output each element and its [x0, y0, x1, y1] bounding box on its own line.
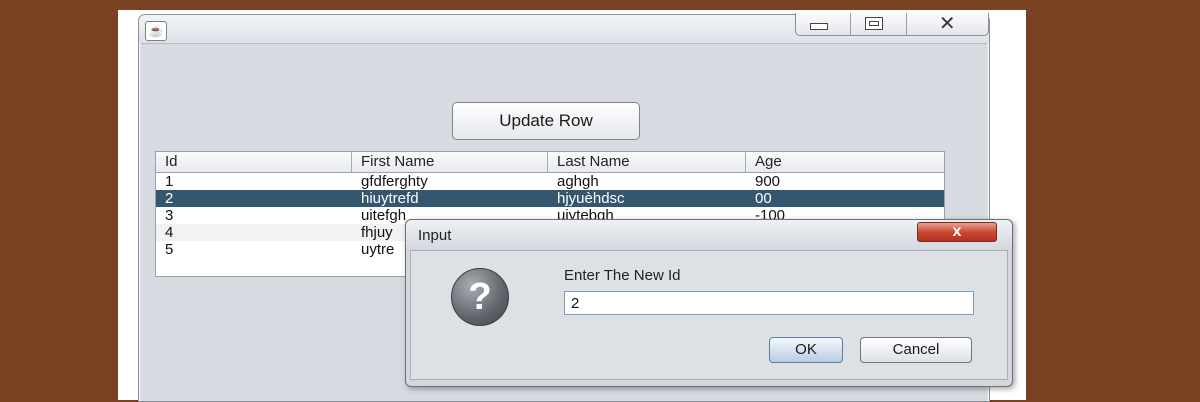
window-controls: ✕ [795, 13, 989, 36]
dialog-body: ? Enter The New Id OK Cancel [410, 250, 1008, 380]
minimize-button[interactable] [796, 13, 852, 35]
close-button[interactable]: ✕ [907, 13, 988, 35]
close-icon: ✕ [938, 13, 956, 35]
question-glyph: ? [468, 276, 492, 318]
column-header-first-name[interactable]: First Name [352, 152, 548, 172]
cell-age: 900 [755, 173, 781, 190]
prompt-label: Enter The New Id [564, 267, 681, 284]
dialog-title: Input [418, 227, 452, 244]
java-cup-icon[interactable]: ☕ [145, 21, 167, 41]
close-icon: x [952, 223, 962, 240]
cell-id: 1 [165, 173, 174, 190]
update-row-button[interactable]: Update Row [452, 102, 640, 140]
input-dialog: Input x ? Enter The New Id OK Cancel [405, 219, 1013, 387]
dialog-title-bar[interactable]: Input x [406, 220, 1012, 250]
column-header-id[interactable]: Id [156, 152, 352, 172]
table-row[interactable]: 1 gfdferghty aghgh 900 [156, 173, 944, 190]
ok-button[interactable]: OK [769, 337, 843, 363]
dialog-close-button[interactable]: x [917, 222, 997, 242]
cell-last-name: hjyuèhdsc [557, 190, 625, 207]
maximize-icon [865, 17, 884, 30]
new-id-input[interactable] [564, 291, 974, 315]
column-header-last-name[interactable]: Last Name [548, 152, 746, 172]
cancel-button[interactable]: Cancel [860, 337, 972, 363]
cell-id: 3 [165, 207, 174, 224]
table-header: Id First Name Last Name Age [156, 152, 944, 173]
title-bar[interactable]: ☕ ✕ [139, 13, 989, 43]
cell-first-name: hiuytrefd [361, 190, 419, 207]
cell-id: 2 [165, 190, 174, 207]
cell-id: 4 [165, 224, 174, 241]
question-icon: ? [451, 268, 509, 326]
cell-last-name: aghgh [557, 173, 599, 190]
maximize-button[interactable] [851, 13, 907, 35]
cell-first-name: gfdferghty [361, 173, 428, 190]
table-row-selected[interactable]: 2 hiuytrefd hjyuèhdsc 00 [156, 190, 944, 207]
column-header-age[interactable]: Age [746, 152, 944, 172]
cell-id: 5 [165, 241, 174, 258]
cell-age: 00 [755, 190, 772, 207]
minimize-icon [810, 23, 828, 30]
